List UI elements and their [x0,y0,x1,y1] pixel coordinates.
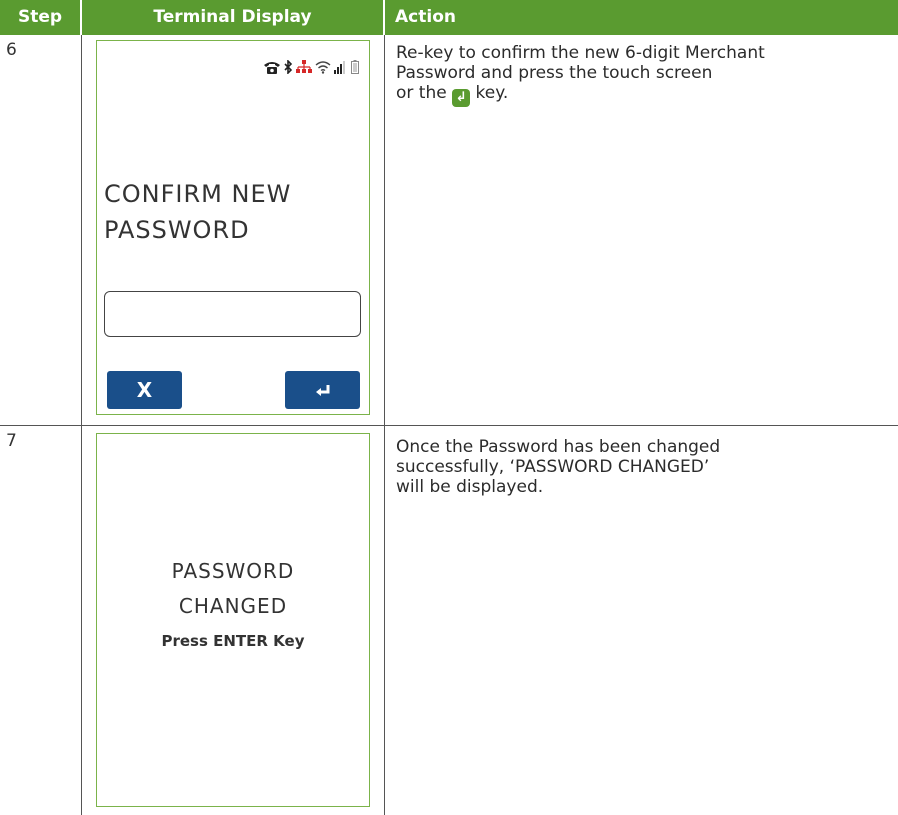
screen-message-line-1: PASSWORD [171,559,295,583]
header-action: Action [385,0,898,35]
action-line: or the ↲ key. [396,83,866,107]
enter-key-icon: ↲ [452,89,471,107]
action-line: successfully, ‘PASSWORD CHANGED’ [396,457,710,477]
screen-instruction: Press ENTER Key [161,632,305,650]
screen-title-line-1: CONFIRM NEW [104,180,292,208]
action-line: Once the Password has been changed [396,437,721,457]
header-step: Step [0,0,80,35]
action-line: Password and press the touch screen [396,63,713,83]
step-number: 6 [6,40,17,60]
row-divider [0,425,898,426]
bluetooth-icon [284,60,293,74]
screen-message-line-2: CHANGED [178,594,288,618]
action-line: Re-key to confirm the new 6-digit Mercha… [396,43,765,63]
procedure-table: Step Terminal Display Action 6 CONFIRM N… [0,0,898,815]
enter-button[interactable] [285,371,360,409]
screen-title-line-2: PASSWORD [104,216,250,244]
cancel-button[interactable]: X [107,371,182,409]
phone-icon [264,62,280,74]
action-line-text: or the [396,83,447,103]
network-icon [296,60,312,73]
status-icons [263,58,359,74]
action-text-step-6: Re-key to confirm the new 6-digit Mercha… [396,43,866,107]
header-terminal-display: Terminal Display [82,0,383,35]
action-text-step-7: Once the Password has been changed succe… [396,437,866,497]
enter-icon [315,385,329,396]
password-input[interactable] [104,291,361,337]
signal-strength-icon [334,61,345,74]
wifi-icon [315,61,331,74]
action-line: will be displayed. [396,477,544,497]
terminal-screen-changed: PASSWORD CHANGED Press ENTER Key [96,433,370,807]
action-line-text: key. [475,83,509,103]
battery-icon [351,60,359,74]
step-number: 7 [6,431,17,451]
terminal-screen-confirm: CONFIRM NEW PASSWORD X [96,40,370,415]
